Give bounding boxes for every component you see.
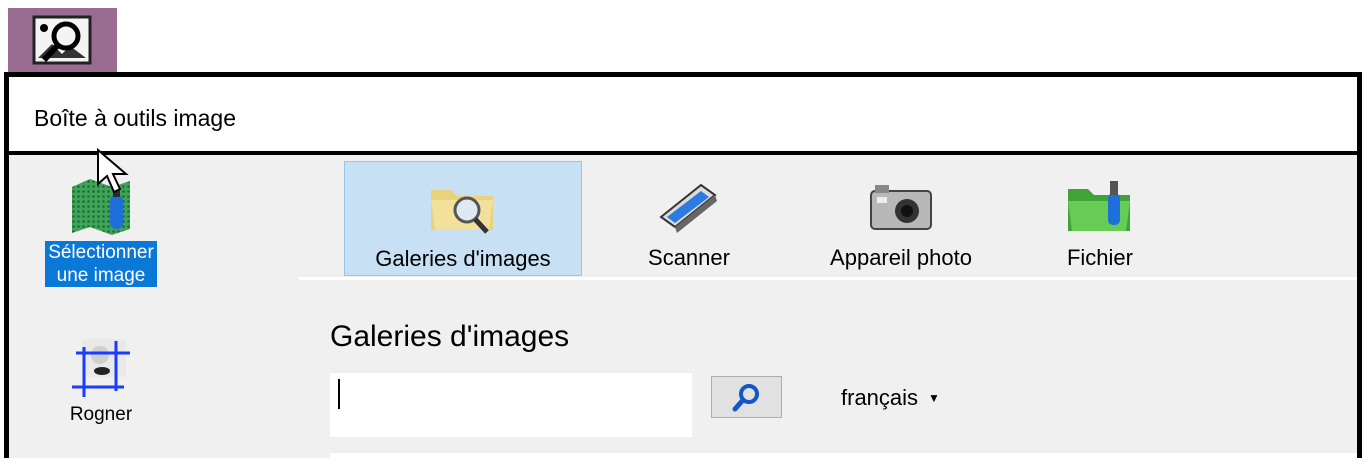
tab-label: Galeries d'images	[375, 246, 551, 271]
window-content: Sélectionner une image Rogner Galeries d…	[9, 155, 1357, 463]
search-icon	[732, 384, 759, 412]
language-dropdown[interactable]: français ▼	[841, 385, 940, 411]
search-input[interactable]	[330, 373, 692, 437]
results-area-edge	[330, 453, 1357, 463]
top-strip	[0, 0, 1369, 72]
tab-label: Appareil photo	[830, 245, 972, 270]
sidebar-item-crop[interactable]: Rogner	[27, 331, 175, 426]
window-title: Boîte à outils image	[34, 105, 237, 131]
language-selected: français	[841, 385, 919, 410]
chevron-down-icon: ▼	[928, 391, 940, 405]
image-toolbox-window: Boîte à outils image Sélectionner une im…	[4, 72, 1362, 463]
tab-label: Scanner	[648, 245, 730, 270]
title-bar: Boîte à outils image	[9, 77, 1357, 155]
text-caret	[338, 379, 340, 409]
tab-separator	[299, 277, 1357, 280]
mouse-pointer-icon	[97, 148, 129, 194]
image-toolbox-icon	[32, 15, 92, 65]
camera-icon	[870, 185, 932, 230]
search-button[interactable]	[711, 376, 782, 418]
sidebar-item-label: Sélectionner une image	[45, 241, 157, 287]
usb-folder-icon	[1068, 181, 1130, 231]
tab-scanner[interactable]: Scanner	[628, 161, 750, 276]
main-panel: Galeries d'images Scanner Appareil photo…	[181, 155, 1357, 463]
folder-search-icon	[431, 190, 493, 234]
gallery-section-title: Galeries d'images	[330, 320, 570, 353]
tab-camera[interactable]: Appareil photo	[801, 161, 1001, 276]
tab-image-galleries[interactable]: Galeries d'images	[344, 161, 582, 276]
tab-file[interactable]: Fichier	[1052, 161, 1148, 276]
sidebar: Sélectionner une image Rogner	[9, 155, 181, 458]
scanner-icon	[659, 183, 717, 233]
tab-label: Fichier	[1066, 245, 1133, 270]
app-icon[interactable]	[8, 8, 117, 72]
crop-icon	[72, 339, 130, 397]
sidebar-item-label: Rogner	[69, 404, 133, 425]
